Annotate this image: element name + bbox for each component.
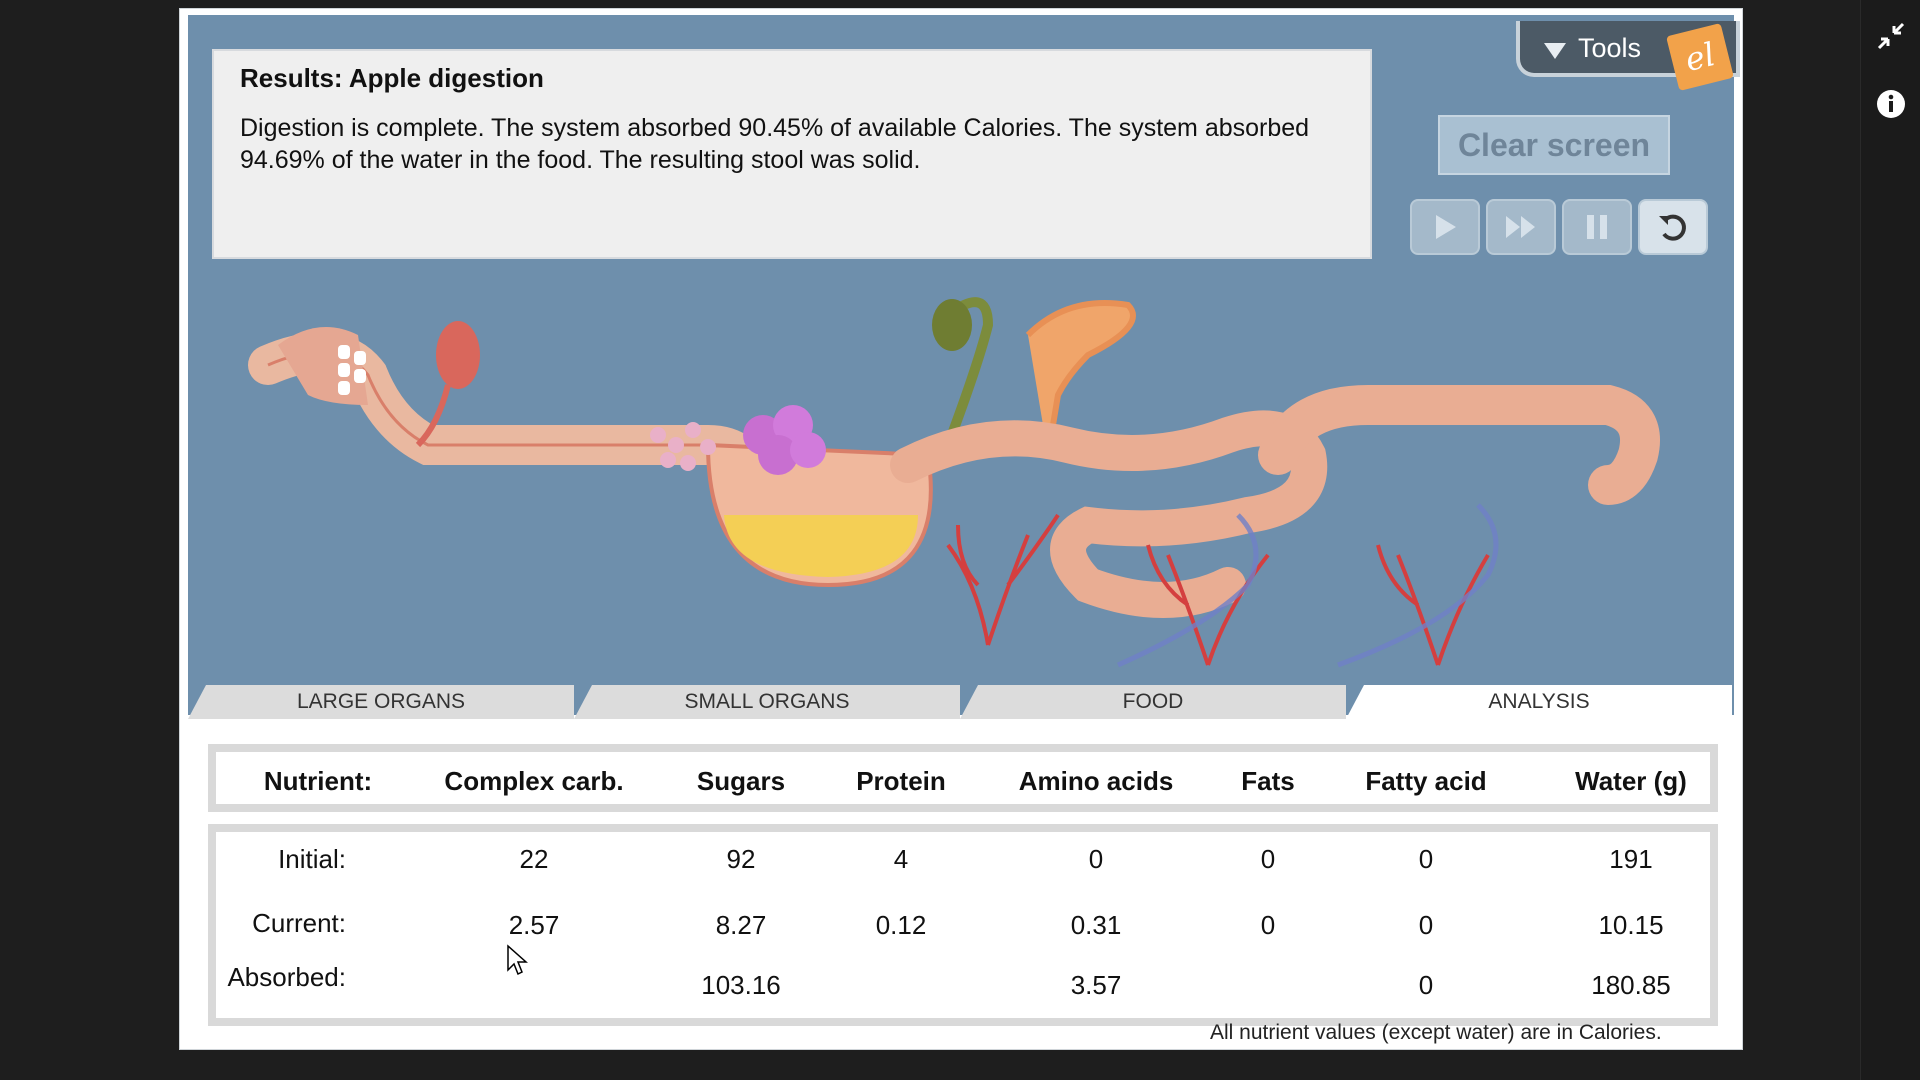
side-rail [1860, 0, 1920, 1080]
tools-label: Tools [1578, 33, 1642, 63]
table-cell: 8.27 [715, 910, 767, 940]
table-footnote: All nutrient values (except water) are i… [1210, 1021, 1662, 1044]
collapse-icon[interactable] [1875, 20, 1907, 52]
table-cell: 0.31 [1070, 910, 1122, 940]
table-cell: 10.15 [1598, 910, 1664, 940]
table-cell: 103.16 [701, 970, 781, 1000]
nutrient-table-header: Nutrient: Complex carb. Sugars Protein A… [208, 744, 1718, 812]
header-fatty-acid: Fatty acid [1365, 766, 1487, 796]
table-cell: 92 [726, 844, 756, 874]
digestive-system-gizmo: Results: Apple digestion Digestion is co… [179, 8, 1743, 1050]
table-cell: 0 [1088, 844, 1104, 874]
table-cell: 2.57 [508, 910, 560, 940]
table-cell: 22 [519, 844, 549, 874]
row-label-initial: Initial: [278, 844, 346, 874]
table-cell: 0 [1260, 844, 1276, 874]
table-cell: 0 [1418, 910, 1434, 940]
table-cell: 0 [1418, 970, 1434, 1000]
tools-menu[interactable]: Tools el [1516, 21, 1740, 91]
header-protein: Protein [856, 766, 946, 796]
table-cell: 0 [1260, 910, 1276, 940]
tab-large-organs[interactable]: LARGE ORGANS [188, 685, 574, 719]
header-complex-carb: Complex carb. [444, 766, 624, 796]
table-cell: 191 [1609, 844, 1653, 874]
reset-button[interactable] [1638, 199, 1708, 255]
results-text: Digestion is complete. The system absorb… [240, 114, 1310, 174]
results-title: Results: Apple digestion [240, 63, 544, 93]
table-cell: 4 [893, 844, 909, 874]
fast-forward-icon [1506, 216, 1535, 238]
table-cell: 3.57 [1070, 970, 1122, 1000]
mouse-cursor-icon [507, 944, 528, 976]
play-icon [1436, 215, 1456, 239]
tab-analysis[interactable]: ANALYSIS [1346, 685, 1732, 719]
table-cell: 0.12 [875, 910, 927, 940]
tab-bar: LARGE ORGANS SMALL ORGANS FOOD ANALYSIS [188, 685, 1734, 719]
row-label-current: Current: [252, 908, 346, 938]
large-intestine [1258, 385, 1660, 505]
table-cell: 180.85 [1591, 970, 1671, 1000]
tab-small-organs[interactable]: SMALL ORGANS [574, 685, 960, 719]
pause-icon [1587, 215, 1607, 239]
tools-arrow-icon [1544, 43, 1566, 59]
results-panel: Results: Apple digestion Digestion is co… [212, 49, 1372, 259]
row-label-absorbed: Absorbed: [227, 962, 346, 992]
table-cell: 0 [1418, 844, 1434, 874]
fast-forward-button[interactable] [1486, 199, 1556, 255]
explorelearning-logo: el [1666, 23, 1734, 91]
play-button[interactable] [1410, 199, 1480, 255]
header-water: Water (g) [1575, 766, 1687, 796]
info-icon[interactable] [1875, 88, 1907, 120]
tab-food[interactable]: FOOD [960, 685, 1346, 719]
pause-button[interactable] [1562, 199, 1632, 255]
header-nutrient: Nutrient: [263, 766, 373, 796]
clear-screen-button[interactable]: Clear screen [1438, 115, 1670, 175]
header-amino-acids: Amino acids [1018, 766, 1174, 796]
mouth-teeth [278, 327, 368, 405]
digestive-tract-illustration [248, 297, 1660, 668]
reset-icon [1659, 214, 1686, 241]
simulation-stage: Results: Apple digestion Digestion is co… [188, 15, 1740, 715]
nutrient-table-body: Initial: 22 92 4 0 0 0 191 Current: 2.57… [208, 824, 1718, 1026]
header-fats: Fats [1241, 766, 1295, 796]
header-sugars: Sugars [696, 766, 786, 796]
